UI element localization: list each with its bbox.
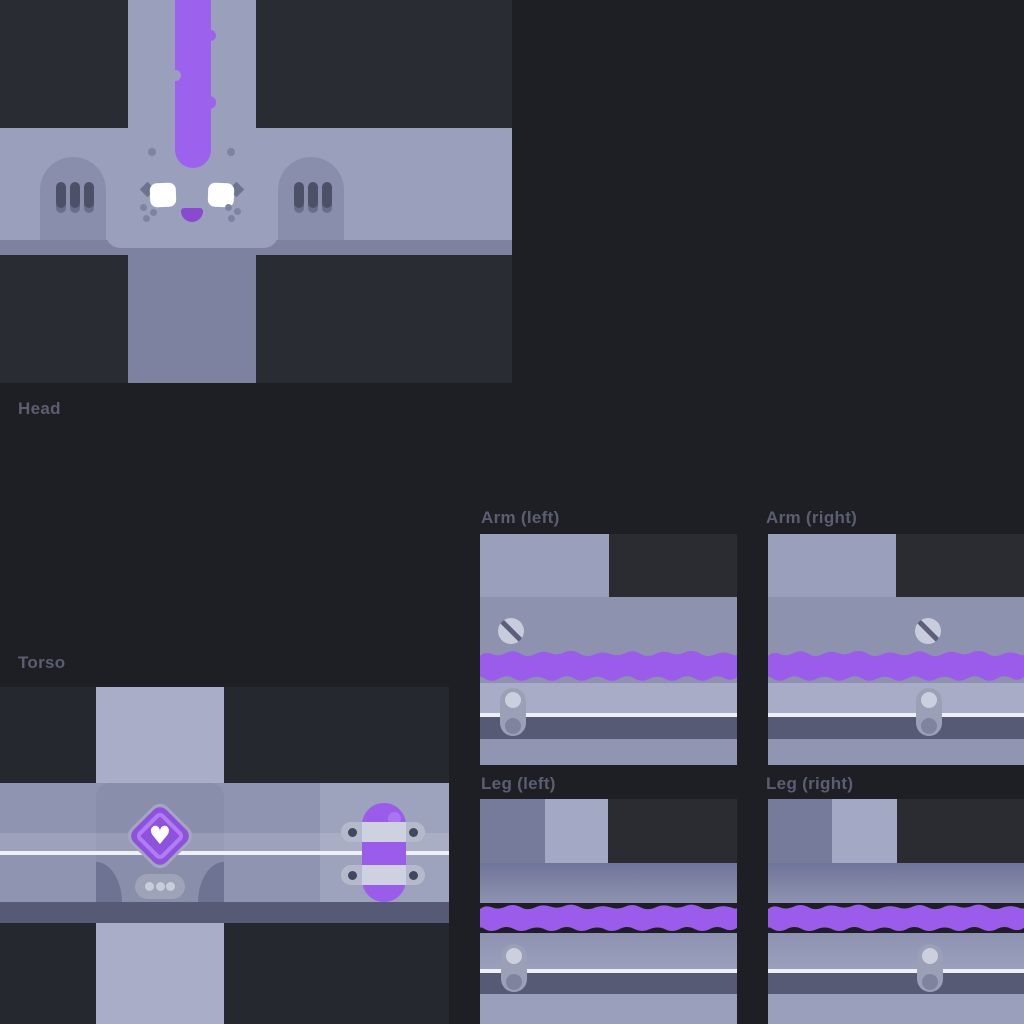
head-ear-right (278, 157, 344, 240)
leg-top-dark-sq (480, 799, 545, 863)
leg-right-section-label: Leg (right) (766, 775, 853, 793)
leg-purple-band (768, 903, 1024, 933)
leg-bottom-band (768, 994, 1024, 1024)
leg-right-texture-tile[interactable] (768, 799, 1024, 1024)
arm-top-light-rect (768, 534, 896, 597)
eye-left (150, 183, 177, 208)
freckle (150, 209, 157, 216)
pill-dot (166, 882, 175, 891)
zipper-hole (921, 692, 937, 708)
leg-top-dark-sq (768, 799, 832, 863)
torso-checker-bottom-left (0, 923, 96, 1024)
leg-upper-gradient (768, 863, 1024, 903)
arm-right-texture-tile[interactable] (768, 534, 1024, 765)
arm-right-section-label: Arm (right) (766, 509, 857, 527)
heart-emblem: ♥ (127, 803, 192, 868)
arm-bottom-band (480, 739, 737, 765)
zipper-hole (506, 948, 522, 964)
torso-checker-top-left (0, 687, 96, 783)
head-ear-left (40, 157, 106, 240)
strap-rivet (348, 871, 357, 880)
torso-band-dark-strip (0, 902, 449, 923)
head-section-label: Head (18, 400, 61, 418)
zipper-hole (505, 718, 521, 734)
ear-slot (308, 182, 318, 208)
arm-purple-band (480, 649, 737, 683)
ear-slot (70, 182, 80, 208)
zipper-hole (922, 974, 938, 990)
chest-pill (135, 874, 185, 899)
ear-slot (322, 182, 332, 208)
zipper-link-icon (917, 944, 943, 992)
torso-texture-tile[interactable]: ♥ (0, 687, 449, 1024)
leg-upper-gradient (480, 863, 737, 903)
leg-top-light-sq (545, 799, 608, 863)
head-stripe-bump (203, 96, 216, 109)
leg-top-light-sq (832, 799, 897, 863)
freckle (228, 215, 235, 222)
arm-top-light-rect (480, 534, 609, 597)
strap-rivet (409, 828, 418, 837)
strap-rivet (409, 871, 418, 880)
leg-top-dark-rect (608, 799, 737, 863)
capsule-strap-overlay (362, 822, 406, 842)
leg-purple-band (480, 903, 737, 933)
head-bottom-flap (128, 255, 256, 383)
head-checker-bottom-left (0, 255, 128, 383)
zipper-link-icon (916, 688, 942, 736)
strap-rivet (348, 828, 357, 837)
zipper-hole (506, 974, 522, 990)
leg-lower-gradient (768, 933, 1024, 969)
freckle (143, 215, 150, 222)
skin-template-page: Head Torso ♥ (0, 0, 1024, 1024)
arm-light-band (768, 683, 1024, 713)
torso-checker-top-right (224, 687, 449, 783)
head-stripe-bump (205, 30, 216, 41)
freckle (140, 204, 147, 211)
arm-top-dark-rect (896, 534, 1024, 597)
head-checker-top-left (0, 0, 128, 128)
leg-left-section-label: Leg (left) (481, 775, 556, 793)
ear-slot (294, 182, 304, 208)
torso-top-flap (96, 687, 224, 783)
arm-left-section-label: Arm (left) (481, 509, 560, 527)
screw-slot (915, 618, 941, 644)
arm-dark-band (768, 717, 1024, 739)
screw-slot (498, 618, 524, 644)
zipper-hole (921, 718, 937, 734)
face-dot-left (148, 148, 156, 156)
leg-dark-band (768, 973, 1024, 994)
ear-slot (56, 182, 66, 208)
zipper-hole (505, 692, 521, 708)
head-stripe (175, 0, 211, 168)
screw-icon (498, 618, 524, 644)
face-dot-right (227, 148, 235, 156)
torso-bottom-flap (96, 923, 224, 1024)
zipper-link-icon (501, 944, 527, 992)
capsule-strap-overlay (362, 865, 406, 885)
ear-slot (84, 182, 94, 208)
freckle (225, 204, 232, 211)
zipper-link-icon (500, 688, 526, 736)
pill-dot (145, 882, 154, 891)
heart-icon: ♥ (137, 813, 183, 859)
head-texture-tile[interactable] (0, 0, 512, 383)
freckle (234, 208, 241, 215)
arm-left-texture-tile[interactable] (480, 534, 737, 765)
head-stripe-notch (170, 70, 181, 81)
head-checker-top-right (256, 0, 512, 128)
head-checker-bottom-right (256, 255, 512, 383)
torso-section-label: Torso (18, 654, 65, 672)
leg-bottom-band (480, 994, 737, 1024)
leg-top-dark-rect (897, 799, 1024, 863)
pill-dot (156, 882, 165, 891)
torso-checker-bottom-right (224, 923, 449, 1024)
screw-icon (915, 618, 941, 644)
leg-left-texture-tile[interactable] (480, 799, 737, 1024)
arm-bottom-band (768, 739, 1024, 765)
arm-purple-band (768, 649, 1024, 683)
arm-top-dark-rect (609, 534, 737, 597)
zipper-hole (922, 948, 938, 964)
